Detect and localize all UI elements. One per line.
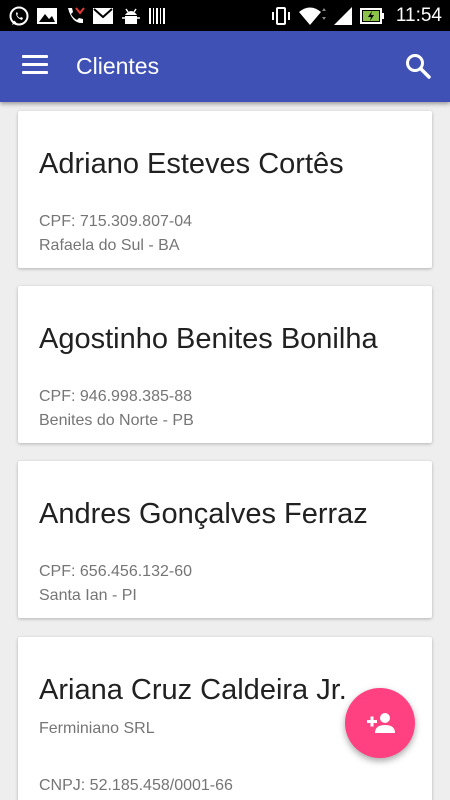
page-title: Clientes [76,53,160,79]
system-icons: 11:54 [270,5,450,27]
status-bar: 11:54 [0,0,450,31]
whatsapp-icon [8,5,30,27]
android-debug-icon [120,5,142,27]
wifi-icon [298,5,326,27]
signal-icon [332,5,354,27]
client-detail-line2: Benites do Norte - PB [39,412,194,429]
client-detail-line1: CPF: 946.998.385-88 [39,388,192,405]
client-detail-line2: CNPJ: 52.185.458/0001-66 [39,777,233,794]
client-detail-line1: CPF: 715.309.807-04 [39,213,192,230]
client-detail-line1: CPF: 656.456.132-60 [39,563,192,580]
add-person-icon [367,713,395,733]
menu-button[interactable] [22,55,48,75]
search-button[interactable] [404,52,432,80]
clock: 11:54 [395,4,442,26]
client-name: Adriano Esteves Cortês [39,148,344,180]
client-name: Ariana Cruz Caldeira Jr. [39,674,347,706]
missed-call-icon [64,5,86,27]
gmail-icon [92,7,114,25]
client-card[interactable]: Adriano Esteves Cortês CPF: 715.309.807-… [18,111,432,268]
app-bar: Clientes [0,31,450,102]
image-icon [36,6,58,26]
barcode-icon [148,6,166,26]
client-name: Andres Gonçalves Ferraz [39,498,368,530]
battery-charging-icon [359,6,386,26]
client-card[interactable]: Agostinho Benites Bonilha CPF: 946.998.3… [18,286,432,443]
client-detail-line2: Rafaela do Sul - BA [39,237,180,254]
client-detail-line2: Santa Ian - PI [39,587,137,604]
notification-icons [0,5,166,27]
client-name: Agostinho Benites Bonilha [39,323,378,355]
add-client-button[interactable] [345,688,415,758]
vibrate-icon [270,5,292,27]
client-detail-line1: Ferminiano SRL [39,720,155,737]
search-icon [406,54,431,79]
client-card[interactable]: Andres Gonçalves Ferraz CPF: 656.456.132… [18,461,432,618]
